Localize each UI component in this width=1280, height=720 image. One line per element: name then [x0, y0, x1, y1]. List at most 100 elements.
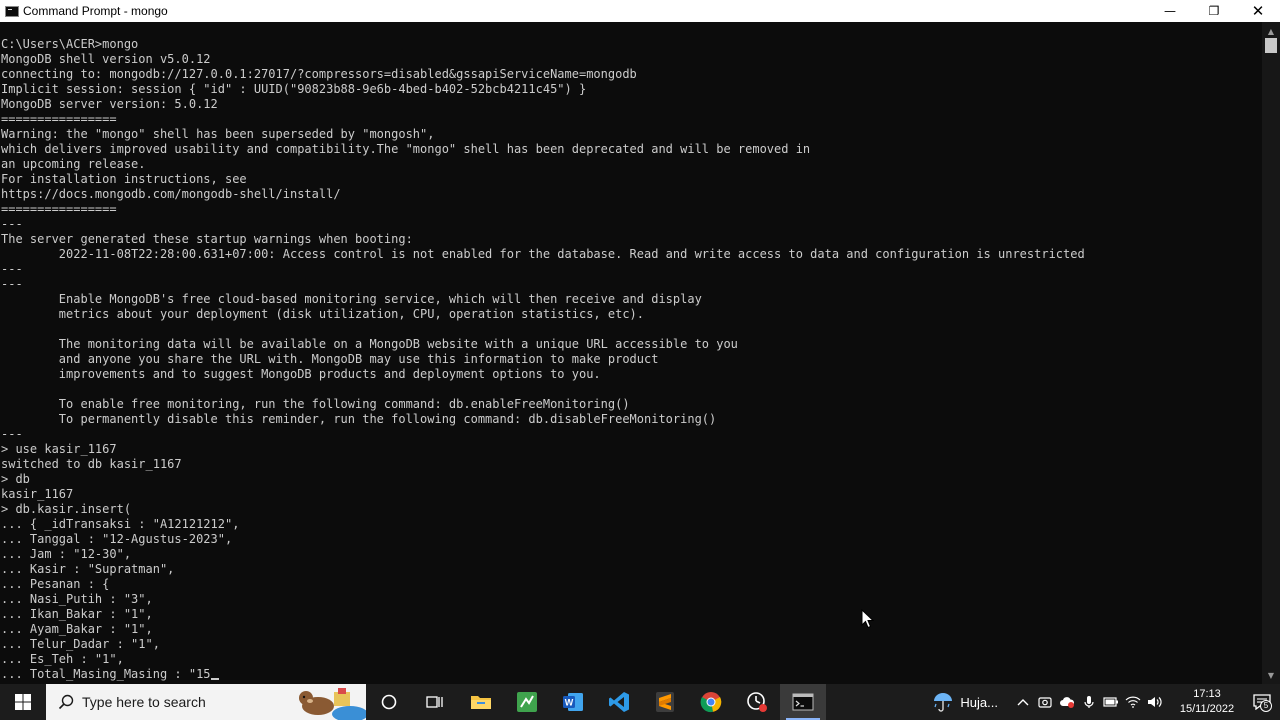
window-titlebar[interactable]: Command Prompt - mongo — ❐ ✕	[0, 0, 1280, 22]
search-placeholder: Type here to search	[82, 694, 206, 710]
console-line: ... Tanggal : "12-Agustus-2023",	[1, 532, 233, 546]
clock-date: 15/11/2022	[1179, 703, 1235, 715]
tray-camera[interactable]	[1034, 684, 1056, 720]
console-line: ... Es_Teh : "1",	[1, 652, 124, 666]
console-output[interactable]: C:\Users\ACER>mongo MongoDB shell versio…	[0, 22, 1262, 684]
taskbar-word[interactable]: W	[550, 684, 596, 720]
taskbar-clock[interactable]: 17:13 15/11/2022	[1170, 687, 1244, 717]
console-line: which delivers improved usability and co…	[1, 142, 811, 156]
console-line: The server generated these startup warni…	[1, 232, 413, 246]
weather-widget[interactable]: Huja...	[932, 691, 998, 713]
console-line: Enable MongoDB's free cloud-based monito…	[1, 292, 702, 306]
taskbar-recorder[interactable]	[734, 684, 780, 720]
maximize-button[interactable]: ❐	[1192, 0, 1236, 22]
rain-umbrella-icon	[934, 693, 953, 712]
console-line: > use kasir_1167	[1, 442, 117, 456]
tray-volume[interactable]	[1144, 684, 1166, 720]
notification-count-badge: 5	[1260, 700, 1272, 712]
console-line: ---	[1, 277, 23, 291]
console-line: Warning: the "mongo" shell has been supe…	[1, 127, 435, 141]
console-line: and anyone you share the URL with. Mongo…	[1, 352, 659, 366]
battery-icon	[1103, 697, 1118, 707]
console-line: Implicit session: session { "id" : UUID(…	[1, 82, 587, 96]
system-tray: Huja... 17:13 15/11/2022 5	[932, 684, 1280, 720]
console-line: metrics about your deployment (disk util…	[1, 307, 644, 321]
taskbar-vscode[interactable]	[596, 684, 642, 720]
minimize-button[interactable]: —	[1148, 0, 1192, 22]
taskbar: Type here to search W Huja... 17:13 15/1…	[0, 684, 1280, 720]
close-button[interactable]: ✕	[1236, 0, 1280, 22]
chevron-up-icon	[1017, 699, 1029, 706]
recorder-icon	[747, 692, 767, 712]
console-line: ---	[1, 262, 23, 276]
task-view-button[interactable]	[412, 684, 458, 720]
clock-time: 17:13	[1193, 688, 1221, 700]
console-text: C:\Users\ACER>mongo MongoDB shell versio…	[0, 22, 1262, 682]
microphone-icon	[1084, 696, 1094, 708]
wifi-icon	[1125, 696, 1141, 708]
taskbar-command-prompt[interactable]	[780, 684, 826, 720]
taskbar-spreadsheet[interactable]	[504, 684, 550, 720]
taskbar-search-box[interactable]: Type here to search	[46, 684, 366, 720]
otter-illustration-icon	[290, 684, 366, 720]
speaker-icon	[1148, 697, 1162, 707]
notification-center-button[interactable]: 5	[1244, 684, 1280, 720]
console-line: ---	[1, 217, 23, 231]
console-line: connecting to: mongodb://127.0.0.1:27017…	[1, 67, 637, 81]
vscode-icon	[609, 692, 629, 712]
console-line: improvements and to suggest MongoDB prod…	[1, 367, 601, 381]
folder-icon	[471, 696, 491, 709]
console-line: 2022-11-08T22:28:00.631+07:00: Access co…	[1, 247, 1085, 261]
console-line: > db.kasir.insert(	[1, 502, 132, 516]
mouse-pointer-icon	[861, 609, 875, 629]
console-line: ... Pesanan : {	[1, 577, 110, 591]
taskbar-file-explorer[interactable]	[458, 684, 504, 720]
console-line: ... Telur_Dadar : "1",	[1, 637, 160, 651]
console-line: ... Jam : "12-30",	[1, 547, 132, 561]
camera-icon	[1038, 697, 1052, 708]
console-line: ... Nasi_Putih : "3",	[1, 592, 153, 606]
taskbar-sublime-text[interactable]	[642, 684, 688, 720]
tray-microphone[interactable]	[1078, 684, 1100, 720]
console-line: The monitoring data will be available on…	[1, 337, 738, 351]
console-line: MongoDB server version: 5.0.12	[1, 97, 218, 111]
spreadsheet-icon	[517, 692, 537, 712]
taskbar-chrome[interactable]	[688, 684, 734, 720]
console-line: MongoDB shell version v5.0.12	[1, 52, 211, 66]
console-line: switched to db kasir_1167	[1, 457, 182, 471]
text-cursor	[210, 678, 219, 680]
weather-text: Huja...	[960, 694, 998, 710]
console-line: https://docs.mongodb.com/mongodb-shell/i…	[1, 187, 341, 201]
scroll-down-icon[interactable]: ▼	[1262, 668, 1280, 682]
console-line: kasir_1167	[1, 487, 74, 501]
console-line: ================	[1, 202, 117, 216]
console-line: ... { _idTransaksi : "A12121212",	[1, 517, 240, 531]
sublime-icon	[656, 692, 674, 712]
console-line: ... Ayam_Bakar : "1",	[1, 622, 153, 636]
tray-wifi[interactable]	[1122, 684, 1144, 720]
console-line: ================	[1, 112, 117, 126]
cmd-app-icon	[5, 5, 19, 17]
tray-battery[interactable]	[1100, 684, 1122, 720]
console-line: ... Ikan_Bakar : "1",	[1, 607, 153, 621]
terminal-icon	[792, 693, 814, 711]
console-line: > db	[1, 472, 30, 486]
scrollbar-thumb[interactable]	[1265, 38, 1277, 53]
window-title: Command Prompt - mongo	[23, 4, 168, 18]
show-hidden-icons-button[interactable]	[1012, 684, 1034, 720]
console-scrollbar[interactable]: ▲ ▼	[1262, 22, 1280, 684]
svg-text:W: W	[565, 698, 574, 708]
search-icon	[58, 694, 74, 710]
console-line: To enable free monitoring, run the follo…	[1, 397, 630, 411]
window-controls: — ❐ ✕	[1148, 0, 1280, 22]
console-line: To permanently disable this reminder, ru…	[1, 412, 717, 426]
start-button[interactable]	[0, 684, 46, 720]
console-line: ... Total_Masing_Masing : "15	[1, 667, 211, 681]
tray-cloud[interactable]	[1056, 684, 1078, 720]
circle-icon	[381, 694, 397, 710]
windows-logo-icon	[15, 694, 31, 710]
scroll-up-icon[interactable]: ▲	[1262, 24, 1280, 38]
word-icon: W	[563, 693, 583, 711]
cortana-button[interactable]	[366, 684, 412, 720]
console-line: For installation instructions, see	[1, 172, 247, 186]
